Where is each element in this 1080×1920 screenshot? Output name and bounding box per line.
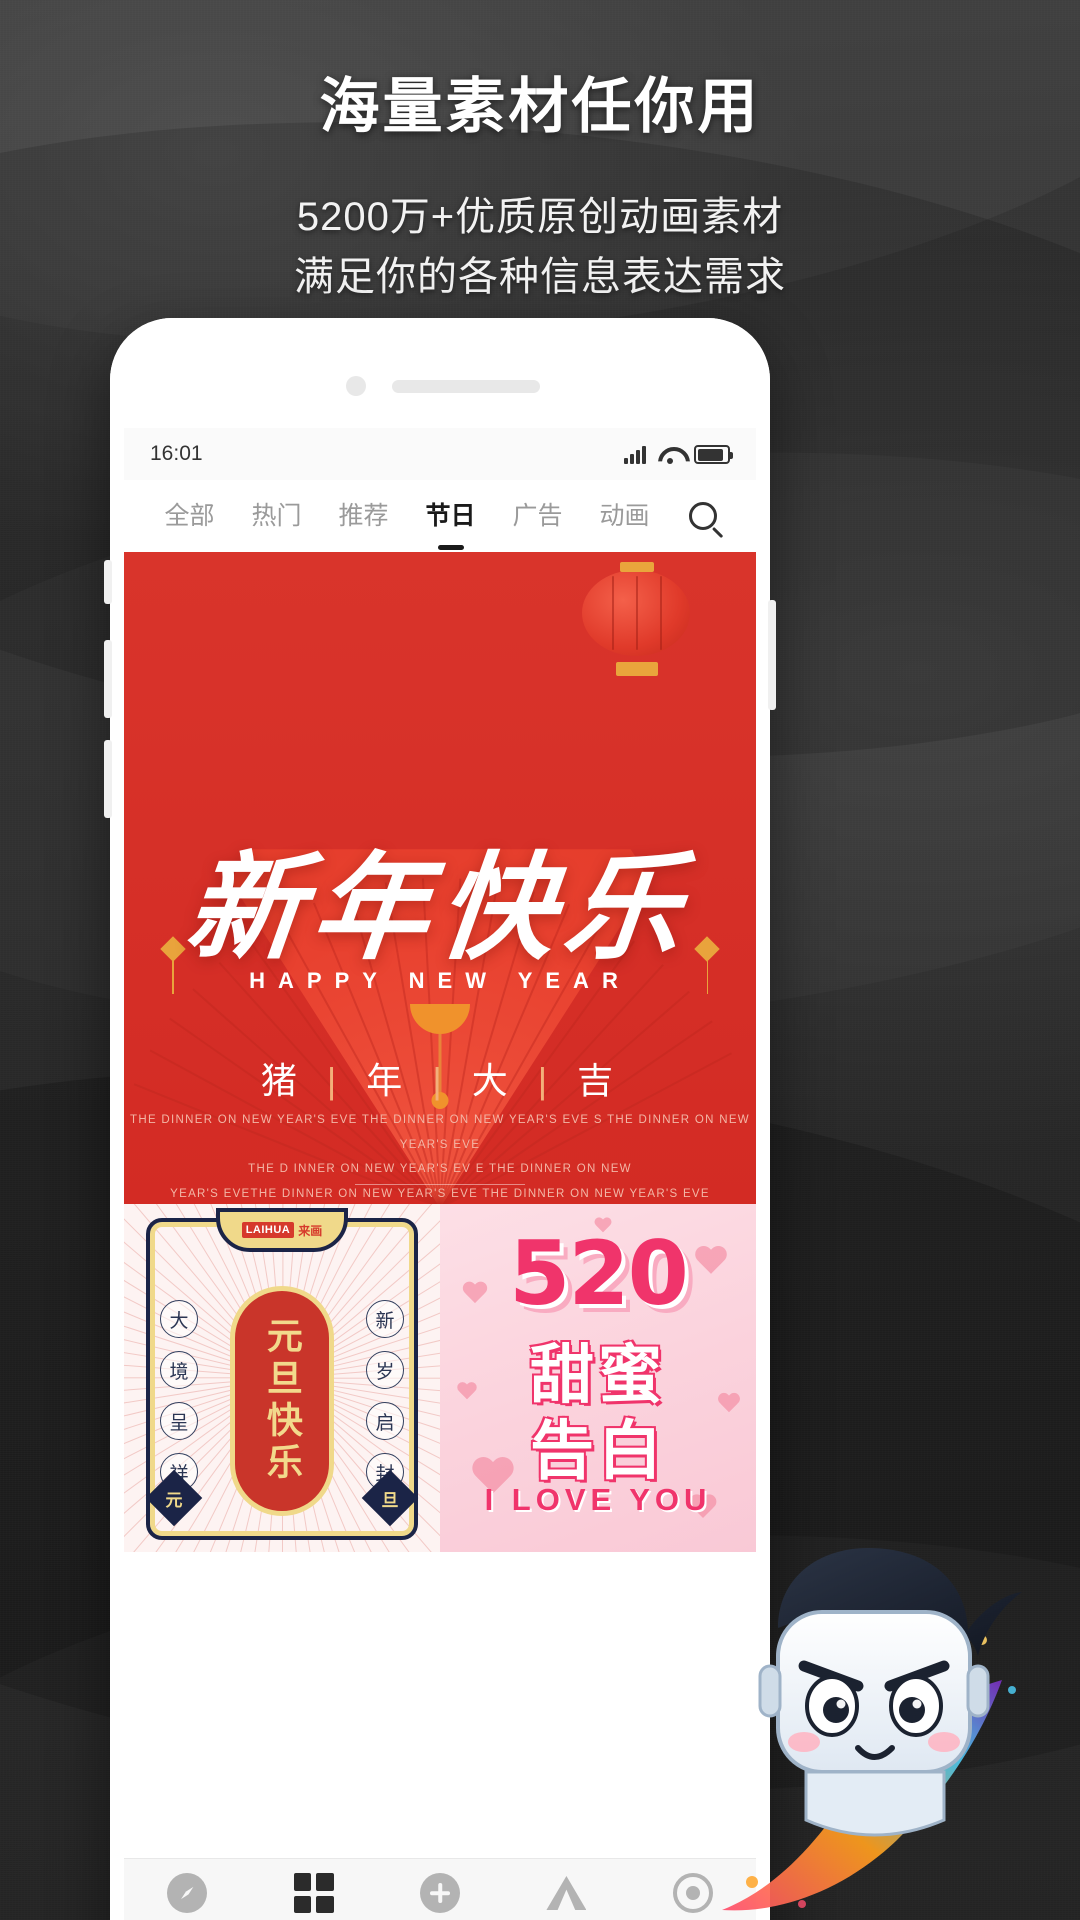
tab-animation[interactable]: 动画 [581,496,668,536]
tab-recommend[interactable]: 推荐 [320,496,407,536]
mascot-blush-right [928,1732,960,1752]
grid-icon [293,1873,334,1913]
poster-headline: 新年快乐 [179,840,699,976]
char-right-2: 岁 [366,1351,404,1389]
status-bar-time: 16:01 [150,442,203,465]
template-row-2: LAIHUA 来画 元旦快乐 大 境 呈 祥 新 岁 [124,1204,756,1552]
page-title: 海量素材任你用 [319,73,761,140]
poster-divider [355,1184,525,1185]
zodiac-sep-2: | [432,1060,448,1101]
category-tab-bar: 全部 热门 推荐 节日 广告 动画 [124,480,756,552]
nav-item-create[interactable]: 创作 [377,1873,503,1920]
front-camera-icon [346,376,366,396]
promo-header: 海量素材任你用 5200万+优质原创动画素材 满足你的各种信息表达需求 [0,0,1080,307]
mascot-ear-left [758,1664,782,1718]
robot-mascot-character [722,1548,1022,1911]
lantern-cap [616,662,658,676]
brand-tag-cn: 来画 [298,1223,323,1238]
earpiece-speaker [392,380,540,393]
poster-zodiac-line: 猪 | 年 | 大 | 吉 [124,1052,756,1104]
phone-volume-down-button [104,740,112,818]
nav-item-academy[interactable]: 学院 [503,1873,629,1920]
char-left-3: 呈 [160,1402,198,1440]
tab-all[interactable]: 全部 [146,496,233,536]
phone-volume-up-button [104,640,112,718]
char-left-1: 大 [160,1300,198,1338]
phone-power-button [768,600,776,710]
search-button[interactable] [668,502,738,530]
char-left-2: 境 [160,1351,198,1389]
compass-icon [167,1873,208,1913]
right-char-column: 新 岁 启 封 [366,1300,404,1491]
zodiac-char-1: 猪 [260,1060,303,1101]
phone-top-bezel [110,318,770,428]
zodiac-sep-3: | [537,1060,554,1101]
char-right-3: 启 [366,1402,404,1440]
tab-festival[interactable]: 节日 [407,496,494,536]
phone-screen: 16:01 全部 热门 推荐 节日 广告 动画 新年快乐 HAPPY NEW Y… [124,428,756,1920]
signal-bars-icon [624,444,646,464]
search-icon [689,502,717,530]
zodiac-char-3: 大 [471,1060,514,1101]
mascot-pupil-right [899,1697,925,1723]
poster-fine-print: THE DINNER ON NEW YEAR'S EVE THE DINNER … [124,1108,756,1204]
zodiac-char-2: 年 [366,1060,409,1101]
tab-hot[interactable]: 热门 [233,496,320,536]
bottom-navigation-bar: 发现 模板 创作 学院 我的 [124,1858,756,1920]
brand-badge: LAIHUA 来画 [216,1208,348,1252]
fine-print-line-1: THE DINNER ON NEW YEAR'S EVE THE DINNER … [130,1114,750,1151]
left-char-column: 大 境 呈 祥 [160,1300,198,1491]
zodiac-char-4: 吉 [577,1060,620,1101]
lantern-body [582,570,690,656]
poster-english-text: HAPPY NEW YEAR [249,968,631,993]
zodiac-sep-1: | [326,1060,343,1101]
status-bar-icons [624,444,733,464]
plus-circle-icon [420,1873,461,1913]
subtitle-line-1: 5200万+优质原创动画素材 [296,195,784,239]
char-right-1: 新 [366,1300,404,1338]
card-520-number: 520 [509,1222,689,1325]
template-card-yuandan[interactable]: LAIHUA 来画 元旦快乐 大 境 呈 祥 新 岁 [124,1204,440,1552]
yuandan-center-text: 元旦快乐 [230,1286,334,1516]
lantern-icon [582,562,690,676]
subtitle-line-2: 满足你的各种信息表达需求 [294,255,786,299]
mascot-blush-left [788,1732,820,1752]
lantern-top [620,562,654,572]
mascot-pupil-left [823,1697,849,1723]
mountain-icon [546,1873,586,1913]
yuandan-text: 元旦快乐 [261,1317,303,1485]
card-520-line-2: 告白 [530,1414,666,1489]
phone-mute-switch [104,560,112,604]
seal-right-char: 旦 [381,1490,399,1510]
mascot-ear-right [966,1664,990,1718]
tab-ads[interactable]: 广告 [494,496,581,536]
mascot-body [804,1770,946,1837]
page-subtitle: 5200万+优质原创动画素材 满足你的各种信息表达需求 [0,187,1080,307]
brand-tag-en: LAIHUA [241,1222,295,1238]
status-bar: 16:01 [124,428,756,480]
fine-print-line-3: YEAR'S EVETHE DINNER ON NEW YEAR'S EVE T… [170,1188,710,1201]
battery-full-icon [694,445,733,464]
template-gallery: 新年快乐 HAPPY NEW YEAR 猪 | 年 | 大 | 吉 THE DI… [124,552,756,1552]
seal-left-char: 元 [165,1490,183,1510]
nav-item-template[interactable]: 模板 [250,1873,376,1920]
wifi-icon [658,444,682,464]
template-card-new-year[interactable]: 新年快乐 HAPPY NEW YEAR 猪 | 年 | 大 | 吉 THE DI… [124,552,756,1204]
fine-print-line-2: THE D INNER ON NEW YEAR'S EV E THE DINNE… [248,1163,632,1176]
phone-mockup: 16:01 全部 热门 推荐 节日 广告 动画 新年快乐 HAPPY NEW Y… [110,318,770,1920]
nav-item-discover[interactable]: 发现 [124,1873,250,1920]
